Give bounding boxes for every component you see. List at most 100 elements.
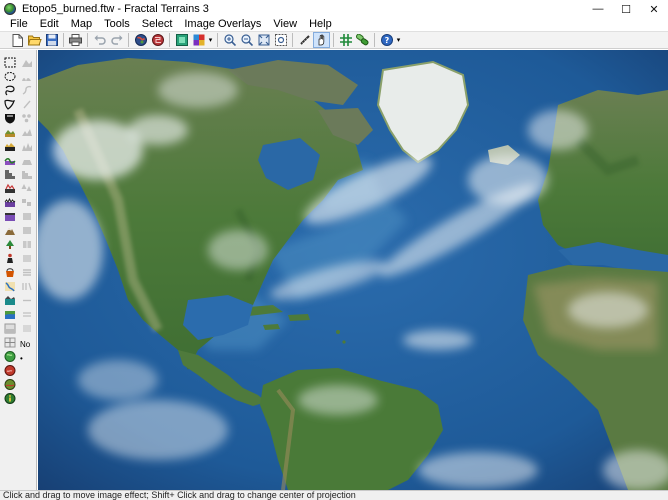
tool-palette: No • (0, 50, 37, 490)
undo-icon[interactable] (91, 32, 108, 48)
toolbar-separator (128, 33, 129, 47)
world-icon[interactable] (149, 32, 166, 48)
mountain-icon[interactable] (3, 224, 17, 236)
figure-icon[interactable] (3, 252, 17, 264)
palette-icon[interactable] (190, 32, 207, 48)
redo-icon[interactable] (108, 32, 125, 48)
option-ridge-icon[interactable] (20, 126, 34, 138)
noise-terrain-icon[interactable] (3, 196, 17, 208)
zoom-window-icon[interactable] (272, 32, 289, 48)
window-title: Etopo5_burned.ftw - Fractal Terrains 3 (22, 3, 209, 15)
select-ellipse-icon[interactable] (3, 70, 17, 82)
option-blocks-icon[interactable] (20, 196, 34, 208)
river-icon[interactable] (3, 280, 17, 292)
zoom-in-icon[interactable] (221, 32, 238, 48)
option-trees-icon[interactable] (20, 182, 34, 194)
toolbar-separator (333, 33, 334, 47)
terrain-map-canvas (38, 50, 668, 490)
bucket-icon[interactable] (3, 266, 17, 278)
option-gray-icon[interactable] (20, 322, 34, 334)
option-mountain-icon[interactable] (20, 56, 34, 68)
coast-icon[interactable] (3, 308, 17, 320)
svg-text:?: ? (384, 36, 389, 45)
hand-icon[interactable] (313, 32, 330, 48)
option-peaks-icon[interactable] (20, 140, 34, 152)
map-view[interactable] (38, 50, 668, 490)
option-double-line-icon[interactable] (20, 308, 34, 320)
link-icon[interactable] (354, 32, 371, 48)
toolbar-separator (374, 33, 375, 47)
info-globe-icon[interactable] (3, 392, 17, 404)
option-flow-icon[interactable] (20, 280, 34, 292)
option-stripes-icon[interactable] (20, 266, 34, 278)
option-brush-small-icon[interactable] (20, 98, 34, 110)
status-text: Click and drag to move image effect; Shi… (3, 490, 356, 500)
flatten-icon[interactable] (3, 210, 17, 222)
option-cluster-icon[interactable] (20, 112, 34, 124)
minimize-button[interactable]: — (584, 0, 612, 18)
print-icon[interactable] (67, 32, 84, 48)
lower-terrain-icon[interactable] (3, 140, 17, 152)
red-globe-icon[interactable] (3, 364, 17, 376)
title-bar: Etopo5_burned.ftw - Fractal Terrains 3 —… (0, 0, 668, 18)
option-no-label[interactable]: No (20, 340, 30, 349)
grid-icon[interactable] (337, 32, 354, 48)
main-toolbar: ▾ ? ▾ (0, 31, 668, 49)
toolbar-separator (169, 33, 170, 47)
select-rectangle-icon[interactable] (3, 56, 17, 68)
option-fill-icon[interactable] (20, 252, 34, 264)
window-controls: — ☐ ✕ (584, 0, 668, 18)
option-hills-icon[interactable] (20, 70, 34, 82)
save-icon[interactable] (43, 32, 60, 48)
green-globe-icon[interactable] (3, 350, 17, 362)
option-square-icon[interactable] (20, 210, 34, 222)
toolbar-separator (292, 33, 293, 47)
option-dot-label[interactable]: • (20, 354, 23, 363)
toolbar-separator (217, 33, 218, 47)
toolbar-separator (87, 33, 88, 47)
raise-terrain-icon[interactable] (3, 126, 17, 138)
menu-map[interactable]: Map (65, 18, 98, 31)
app-globe-icon (4, 3, 16, 15)
close-button[interactable]: ✕ (640, 0, 668, 18)
terrace-icon[interactable] (3, 168, 17, 180)
help-dropdown-icon[interactable]: ▾ (395, 32, 402, 48)
terrain-globe-icon[interactable] (3, 378, 17, 390)
measure-icon[interactable] (296, 32, 313, 48)
menu-image-overlays[interactable]: Image Overlays (178, 18, 267, 31)
option-plateau-icon[interactable] (20, 154, 34, 166)
latlong-grid-icon[interactable] (3, 336, 17, 348)
lasso-icon[interactable] (3, 84, 17, 96)
zoom-out-icon[interactable] (238, 32, 255, 48)
option-brush-large-icon[interactable] (20, 84, 34, 96)
globe-icon[interactable] (132, 32, 149, 48)
menu-file[interactable]: File (0, 18, 34, 31)
menu-view[interactable]: View (267, 18, 303, 31)
menu-select[interactable]: Select (136, 18, 179, 31)
zoom-fit-icon[interactable] (255, 32, 272, 48)
tree-icon[interactable] (3, 238, 17, 250)
erode-icon[interactable] (3, 182, 17, 194)
menu-tools[interactable]: Tools (98, 18, 136, 31)
help-icon[interactable]: ? (378, 32, 395, 48)
lake-icon[interactable] (3, 294, 17, 306)
option-square-alt-icon[interactable] (20, 224, 34, 236)
new-icon[interactable] (9, 32, 26, 48)
option-line-icon[interactable] (20, 294, 34, 306)
option-split-icon[interactable] (20, 238, 34, 250)
layer-icon[interactable] (173, 32, 190, 48)
status-bar: Click and drag to move image effect; Shi… (0, 490, 668, 500)
blend-icon[interactable] (3, 322, 17, 334)
menu-bar: File Edit Map Tools Select Image Overlay… (0, 18, 668, 31)
tool-column-main (3, 56, 18, 406)
maximize-button[interactable]: ☐ (612, 0, 640, 18)
tool-column-options: No • (20, 56, 35, 364)
shield-select-icon[interactable] (3, 112, 17, 124)
smooth-terrain-icon[interactable] (3, 154, 17, 166)
menu-help[interactable]: Help (303, 18, 338, 31)
freehand-select-icon[interactable] (3, 98, 17, 110)
open-icon[interactable] (26, 32, 43, 48)
menu-edit[interactable]: Edit (34, 18, 65, 31)
option-terrace-icon[interactable] (20, 168, 34, 180)
palette-dropdown-icon[interactable]: ▾ (207, 32, 214, 48)
